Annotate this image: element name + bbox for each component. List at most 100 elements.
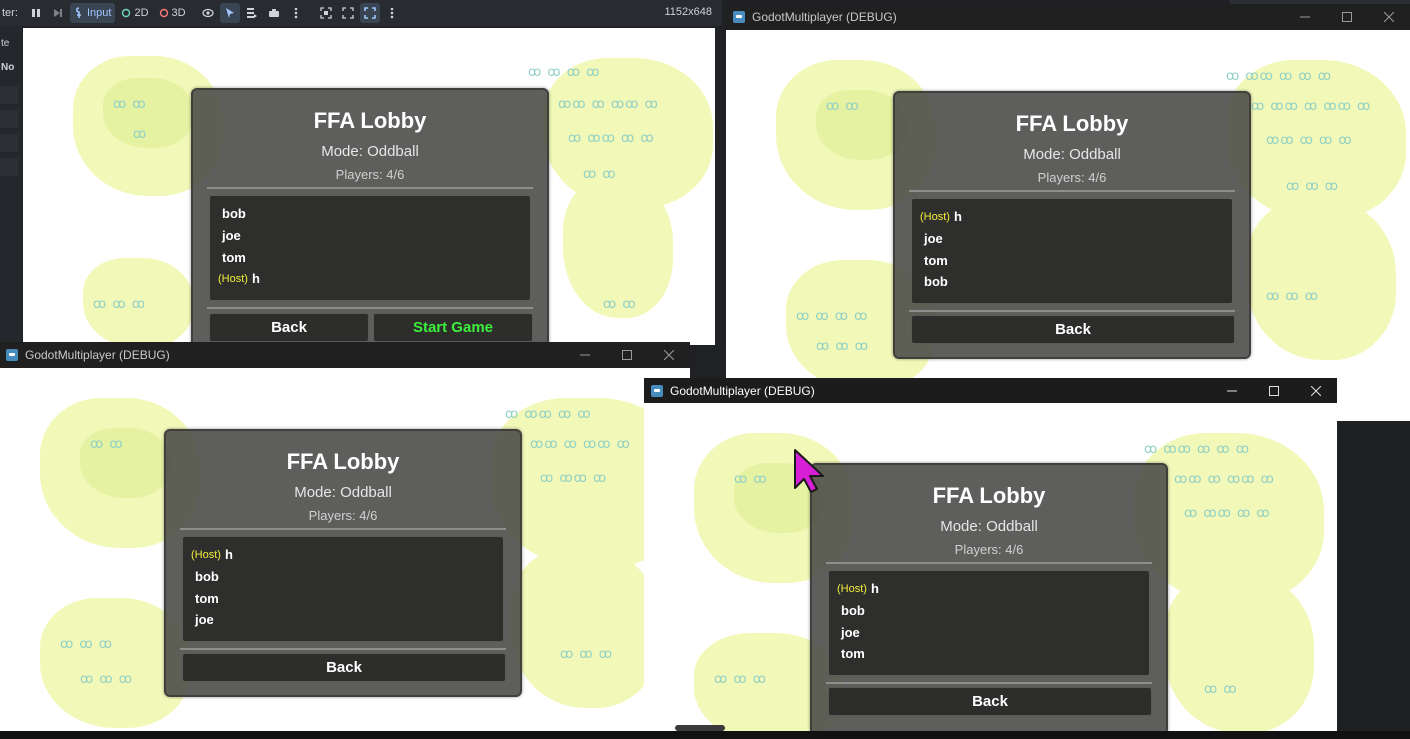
lobby-separator [826, 562, 1152, 564]
close-button[interactable] [1368, 4, 1410, 30]
step-icon [54, 9, 62, 17]
minimize-icon [1227, 390, 1237, 391]
lobby-panel: FFA Lobby Mode: Oddball Players: 4/6 (Ho… [810, 463, 1168, 731]
list-tool-button[interactable] [242, 3, 262, 23]
player-row: (Host) h [920, 206, 1224, 228]
more-options-button-2[interactable] [382, 3, 402, 23]
mode-2d-label: 2D [134, 7, 149, 19]
player-name: tom [924, 252, 948, 268]
start-game-button[interactable]: Start Game [373, 313, 533, 342]
minimize-button[interactable] [564, 342, 606, 368]
dock-row[interactable] [0, 134, 18, 152]
back-button[interactable]: Back [209, 313, 369, 342]
back-button[interactable]: Back [911, 315, 1235, 344]
list-icon [246, 8, 257, 18]
game-window-top-right: GodotMultiplayer (DEBUG) ꝏ ꝏꝏ ꝏ ꝏ ꝏ ꝏ ꝏꝏ… [726, 4, 1410, 421]
expand-icon [341, 7, 354, 19]
visibility-icon [201, 8, 214, 18]
mode-2d-button[interactable]: 2D [117, 3, 152, 23]
maximize-button[interactable] [1253, 378, 1295, 403]
host-tag: (Host) [218, 272, 248, 285]
game-window-bottom-left: GodotMultiplayer (DEBUG) ꝏ ꝏꝏ ꝏ ꝏ ꝏꝏ ꝏ ꝏ… [0, 342, 690, 731]
fullscreen-icon [363, 7, 376, 19]
player-row: tom [837, 643, 1141, 665]
circle-3d-icon [159, 8, 168, 18]
player-row: bob [218, 203, 522, 225]
window-titlebar[interactable]: GodotMultiplayer (DEBUG) [726, 4, 1410, 30]
minimize-button[interactable] [1284, 4, 1326, 30]
mode-3d-button[interactable]: 3D [155, 3, 190, 23]
kebab-icon [390, 7, 393, 19]
resolution-label: 1152x648 [664, 6, 712, 18]
editor-toolbar: ter: Input 2D 3D 1152x648 [0, 0, 722, 26]
player-row: (Host) h [191, 544, 495, 566]
more-options-button[interactable] [286, 3, 306, 23]
lobby-mode: Mode: Oddball [294, 484, 392, 501]
player-name: bob [222, 206, 246, 222]
lobby-panel: FFA Lobby Mode: Oddball Players: 4/6 bob… [191, 88, 549, 345]
taskbar-edge [0, 731, 1410, 739]
close-icon [1384, 12, 1394, 22]
minimize-button[interactable] [1211, 378, 1253, 403]
dock-row[interactable] [0, 110, 18, 128]
window-titlebar[interactable]: GodotMultiplayer (DEBUG) [0, 342, 690, 368]
lobby-separator [909, 310, 1235, 312]
frame-icon [319, 7, 332, 19]
dock-row[interactable] [0, 86, 18, 104]
cursor-icon [794, 449, 824, 493]
player-list: bob joe tom (Host) h [209, 195, 531, 301]
camera-tool-button[interactable] [264, 3, 284, 23]
camera-icon [268, 9, 279, 17]
select-tool-button[interactable] [219, 3, 240, 23]
game-viewport: ꝏ ꝏꝏ ꝏ ꝏ ꝏ ꝏꝏ ꝏ ꝏꝏ ꝏ ꝏ ꝏꝏ ꝏ ꝏ ꝏ ꝏ ꝏ ꝏ ꝏ … [644, 403, 1337, 731]
maximize-icon [1342, 12, 1352, 22]
dock-row[interactable] [0, 158, 18, 176]
player-name: joe [222, 228, 241, 244]
close-button[interactable] [648, 342, 690, 368]
frame-button[interactable] [316, 3, 336, 23]
player-name: h [953, 209, 962, 225]
lobby-title: FFA Lobby [313, 108, 427, 133]
pause-button[interactable] [26, 3, 46, 23]
maximize-button[interactable] [606, 342, 648, 368]
player-row: (Host) h [837, 578, 1141, 600]
back-button[interactable]: Back [828, 687, 1152, 716]
godot-icon [6, 349, 18, 361]
input-label: Input [87, 7, 112, 19]
lobby-player-count: Players: 4/6 [335, 167, 405, 182]
godot-editor: ter: Input 2D 3D 1152x648 te No ꝏ ꝏ ꝏ ꝏ … [0, 0, 722, 345]
lobby-separator [826, 682, 1152, 684]
window-title: GodotMultiplayer (DEBUG) [752, 10, 897, 24]
lobby-title: FFA Lobby [932, 483, 1046, 508]
close-button[interactable] [1295, 378, 1337, 403]
back-button[interactable]: Back [182, 653, 506, 682]
host-tag: (Host) [837, 582, 867, 595]
step-button[interactable] [48, 3, 68, 23]
filter-label: ter: [2, 7, 18, 19]
fullscreen-button[interactable] [359, 3, 380, 23]
game-viewport: ꝏ ꝏ ꝏ ꝏ ꝏꝏ ꝏ ꝏꝏ ꝏ ꝏ ꝏꝏ ꝏ ꝏ ꝏ ꝏ ꝏ ꝏ ꝏ ꝏ ꝏ… [23, 28, 715, 345]
visibility-button[interactable] [198, 3, 218, 23]
lobby-separator [180, 648, 506, 650]
lobby-separator [180, 528, 506, 530]
input-toggle[interactable]: Input [70, 3, 116, 23]
lobby-title: FFA Lobby [286, 449, 400, 474]
player-name: bob [841, 603, 865, 619]
editor-left-dock: te No [0, 26, 22, 345]
lobby-mode: Mode: Oddball [321, 143, 419, 160]
player-name: joe [195, 612, 214, 628]
player-name: h [224, 547, 233, 563]
host-tag: (Host) [191, 548, 221, 561]
player-name: tom [222, 249, 246, 265]
player-row: tom [218, 246, 522, 268]
dock-label-2: No [1, 62, 15, 73]
lobby-mode: Mode: Oddball [940, 518, 1038, 535]
player-name: bob [924, 274, 948, 290]
window-titlebar[interactable]: GodotMultiplayer (DEBUG) [644, 378, 1337, 403]
player-row: joe [191, 609, 495, 631]
expand-button[interactable] [338, 3, 358, 23]
player-name: joe [924, 231, 943, 247]
maximize-button[interactable] [1326, 4, 1368, 30]
player-list: (Host) h bob joe tom [828, 570, 1150, 676]
lobby-separator [909, 190, 1235, 192]
